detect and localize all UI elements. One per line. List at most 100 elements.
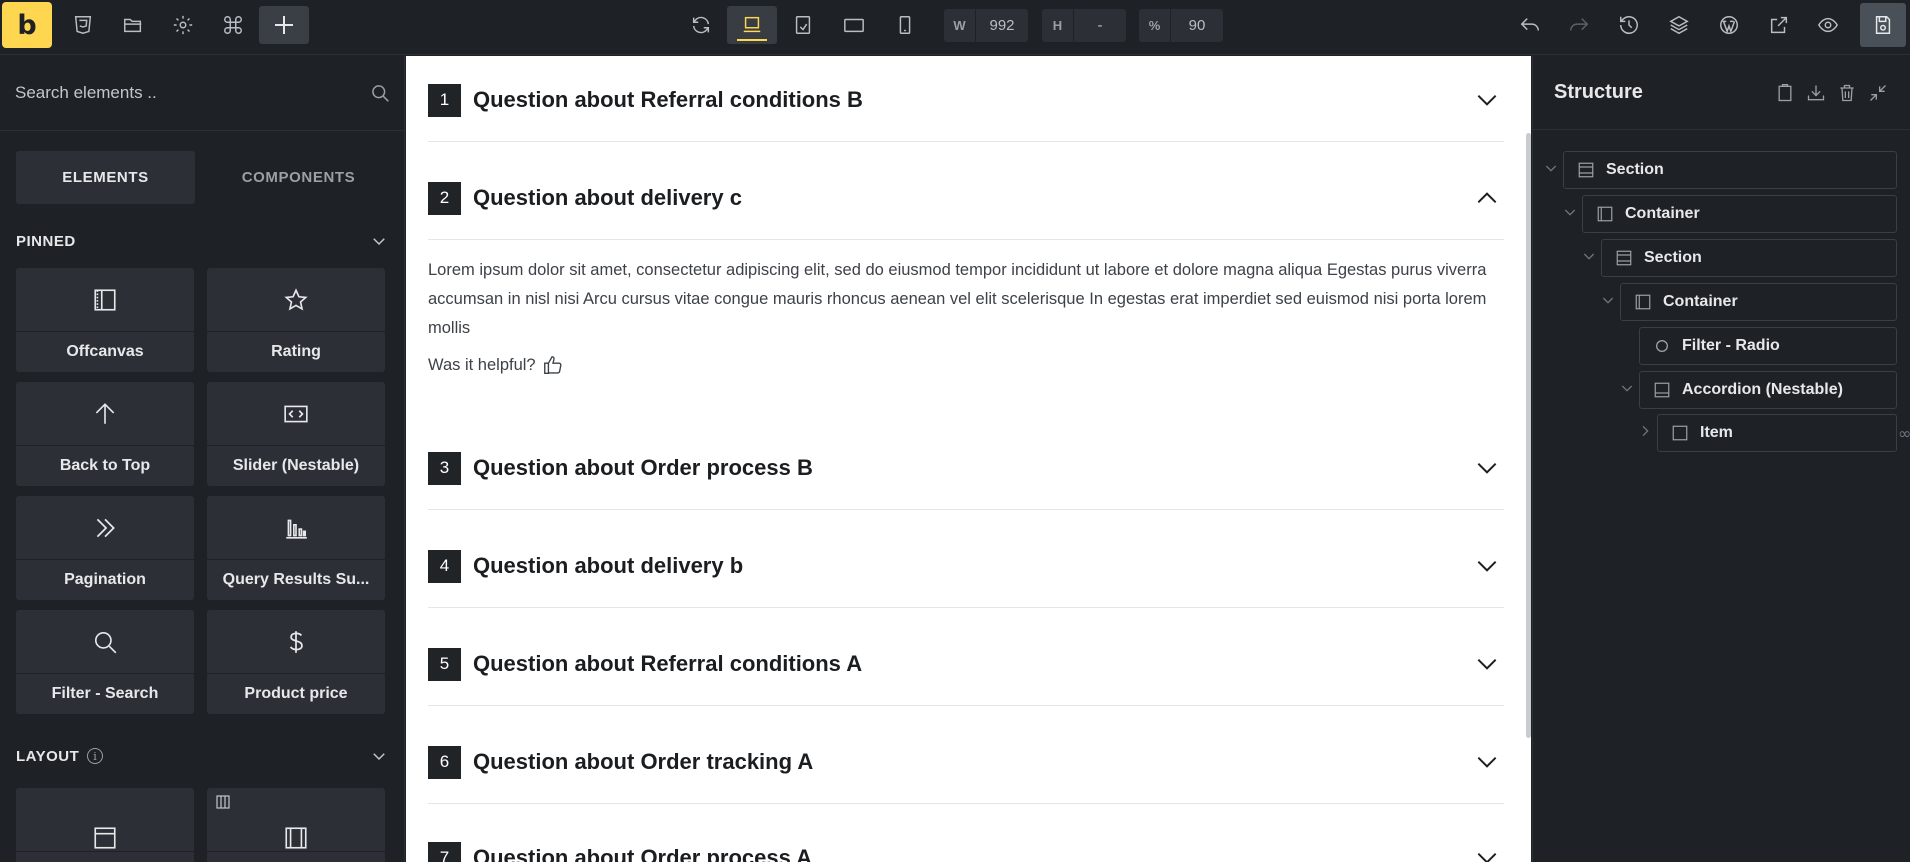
zoom-value[interactable]: 90 [1171,17,1223,34]
laptop-breakpoint-icon[interactable] [727,6,777,44]
node-label: Accordion (Nestable) [1682,381,1843,398]
accordion-item-1[interactable]: 1 Question about Referral conditions B [428,62,1504,142]
chevron-down-icon[interactable] [1619,380,1635,396]
element-product-price[interactable]: Product price [207,610,385,714]
builder-canvas[interactable]: 1 Question about Referral conditions B 2… [406,56,1531,862]
layout-group-header[interactable]: LAYOUT i [0,741,404,771]
tree-node-filter-radio[interactable]: Filter - Radio [1639,327,1897,365]
preview-eye-icon[interactable] [1808,6,1848,44]
search-icon[interactable] [370,83,390,103]
element-offcanvas[interactable]: Offcanvas [16,268,194,372]
clipboard-icon[interactable] [1775,83,1795,103]
info-icon[interactable]: i [87,748,104,764]
accordion-item-4[interactable]: 4 Question about delivery b [428,528,1504,608]
command-icon[interactable] [213,6,253,44]
download-icon[interactable] [1806,83,1826,103]
history-icon[interactable] [1609,6,1649,44]
element-rating[interactable]: Rating [207,268,385,372]
chevron-down-icon[interactable] [1474,553,1500,579]
undo-icon[interactable] [1510,6,1550,44]
search-icon [16,610,194,674]
node-label: Container [1663,293,1738,310]
tablet-portrait-icon[interactable] [834,6,874,44]
accordion-header[interactable]: 1 Question about Referral conditions B [428,80,1504,120]
accordion-header[interactable]: 2 Question about delivery c [428,178,1504,218]
chevron-down-icon[interactable] [1474,651,1500,677]
height-value[interactable]: - [1074,17,1126,34]
bricks-logo[interactable]: b [2,2,52,48]
folder-icon[interactable] [113,6,153,44]
tab-components[interactable]: COMPONENTS [209,151,388,204]
redo-icon[interactable] [1559,6,1599,44]
element-back-to-top[interactable]: Back to Top [16,382,194,486]
chevron-up-icon[interactable] [1474,185,1500,211]
refresh-icon[interactable] [681,6,721,44]
zoom-field[interactable]: % 90 [1139,9,1223,42]
element-label: Filter - Search [51,685,159,702]
tree-node-section[interactable]: Section [1601,239,1897,277]
question-title: Question about delivery c [473,185,742,210]
chevron-down-icon[interactable] [1562,204,1578,220]
accordion-item-7[interactable]: 7 Question about Order process A [428,820,1504,862]
element-pagination[interactable]: Pagination [16,496,194,600]
width-value[interactable]: 992 [976,17,1028,34]
tree-node-item[interactable]: Item [1657,414,1897,452]
add-plus-icon[interactable] [259,6,309,44]
trash-icon[interactable] [1837,83,1857,103]
element-slider-nestable[interactable]: Slider (Nestable) [207,382,385,486]
thumbs-up-icon[interactable] [542,354,564,376]
search-input[interactable] [15,83,345,103]
chevron-down-icon[interactable] [1543,160,1559,176]
element-query-results-summary[interactable]: Query Results Su... [207,496,385,600]
question-title: Question about delivery b [473,553,744,578]
element-label: Pagination [64,571,146,588]
helpful-label: Was it helpful? [428,355,536,374]
layout-elements-grid [0,788,404,862]
element-container[interactable] [207,788,385,862]
accordion-header[interactable]: 4 Question about delivery b [428,546,1504,586]
accordion-header[interactable]: 7 Question about Order process A [428,838,1504,862]
tablet-landscape-icon[interactable] [783,6,823,44]
save-icon[interactable] [1860,3,1906,47]
tree-node-accordion[interactable]: Accordion (Nestable) [1639,371,1897,409]
chevron-down-icon[interactable] [1474,845,1500,862]
css3-icon[interactable] [63,6,103,44]
chevron-down-icon[interactable] [1600,292,1616,308]
accordion-item-5[interactable]: 5 Question about Referral conditions A [428,626,1504,706]
mobile-icon[interactable] [885,6,925,44]
question-title: Question about Order tracking A [473,749,814,774]
element-label: Offcanvas [66,343,144,360]
chevron-down-icon[interactable] [370,747,388,765]
wordpress-icon[interactable] [1709,6,1749,44]
chevron-right-icon[interactable] [1637,423,1653,439]
height-field[interactable]: H - [1042,9,1126,42]
element-section[interactable] [16,788,194,862]
width-field[interactable]: W 992 [944,9,1028,42]
settings-gear-icon[interactable] [163,6,203,44]
chevron-down-icon[interactable] [370,232,388,250]
layers-icon[interactable] [1659,6,1699,44]
element-filter-search[interactable]: Filter - Search [16,610,194,714]
external-link-icon[interactable] [1759,6,1799,44]
chevron-down-icon[interactable] [1474,87,1500,113]
accordion-item-2[interactable]: 2 Question about delivery c [428,160,1504,240]
pinned-group-header[interactable]: PINNED [0,226,404,256]
tree-node-container[interactable]: Container [1620,283,1897,321]
link-icon[interactable]: ∞ [1898,424,1910,443]
collapse-icon[interactable] [1868,83,1888,103]
chevron-down-icon[interactable] [1581,248,1597,264]
accordion-header[interactable]: 6 Question about Order tracking A [428,742,1504,782]
accordion-item-6[interactable]: 6 Question about Order tracking A [428,724,1504,804]
tree-node-section[interactable]: Section [1563,151,1897,189]
structure-panel: Structure Section Container Section Cont… [1532,56,1910,862]
tab-elements[interactable]: ELEMENTS [16,151,195,204]
chevron-down-icon[interactable] [1474,455,1500,481]
chevron-down-icon[interactable] [1474,749,1500,775]
node-label: Item [1700,424,1733,441]
accordion-item-3[interactable]: 3 Question about Order process B [428,430,1504,510]
dollar-icon [207,610,385,674]
accordion-header[interactable]: 5 Question about Referral conditions A [428,644,1504,684]
accordion-header[interactable]: 3 Question about Order process B [428,448,1504,488]
canvas-scrollbar[interactable] [1526,133,1531,738]
tree-node-container[interactable]: Container [1582,195,1897,233]
